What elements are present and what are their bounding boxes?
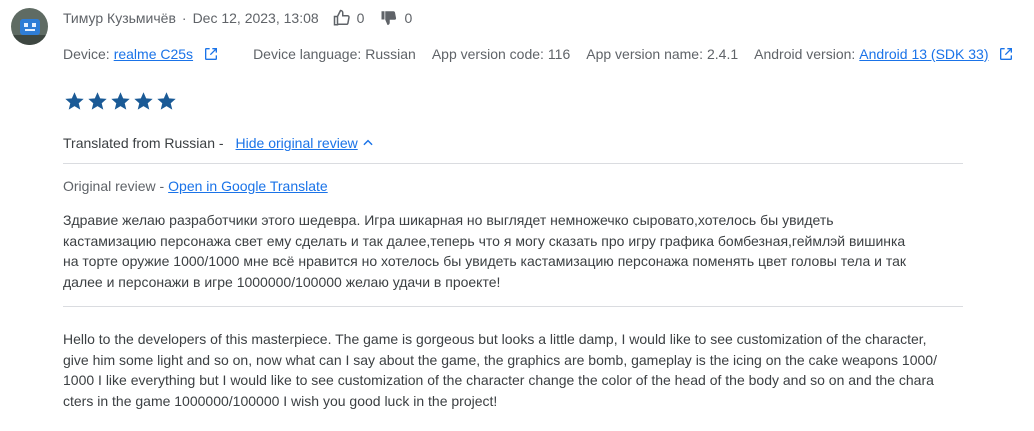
translated-text-line: 1000 I like everything but I would like … [63,372,934,388]
android-link[interactable]: Android 13 (SDK 33) [859,46,988,62]
author-name: Тимур Кузьмичёв [63,10,176,26]
open-in-new-icon[interactable] [998,46,1014,62]
review-date: Dec 12, 2023, 13:08 [192,10,319,26]
translated-from-label: Translated from Russian - [63,135,224,151]
divider [63,306,963,307]
app-code-label: App version code: [431,46,544,62]
language-item: Device language: Russian [253,46,416,62]
device-item: Device: realme C25s [63,46,219,62]
original-text-line: далее и персонажи в игре 1000000/100000 … [63,273,501,290]
original-text-line: Здравие желаю разработчики этого шедевра… [63,212,834,228]
open-in-new-icon[interactable] [203,46,219,62]
thumbs-down-count: 0 [404,10,413,26]
app-name-label: App version name: [586,46,703,62]
chevron-up-icon[interactable] [361,136,375,150]
translated-text-line: Hello to the developers of this masterpi… [63,331,927,347]
review-header: Тимур Кузьмичёв · Dec 12, 2023, 13:08 0 … [63,9,412,27]
star-icon [111,92,130,110]
translated-text-line: cters in the game 1000000/100000 I wish … [63,392,498,409]
avatar-face [20,19,40,35]
translation-info: Translated from Russian - Hide original … [63,135,375,151]
device-label: Device: [63,46,110,62]
thumbs-up-icon[interactable] [333,9,351,27]
app-name-item: App version name: 2.4.1 [586,46,738,62]
thumbs-up-count: 0 [356,10,365,26]
avatar [11,8,48,45]
star-icon [134,92,153,110]
original-review-header: Original review - Open in Google Transla… [63,178,328,194]
language-value: Russian [365,46,416,62]
original-text-line: кастамизацию персонажа свет ему сделать … [63,232,906,249]
original-review-text: Здравие желаю разработчики этого шедевра… [63,210,906,292]
hide-original-link[interactable]: Hide original review [236,135,358,151]
star-rating [63,90,178,112]
open-google-translate-link[interactable]: Open in Google Translate [168,178,328,194]
separator-dot: · [181,10,187,26]
android-item: Android version: Android 13 (SDK 33) [754,46,1014,62]
translated-review-text: Hello to the developers of this masterpi… [63,329,937,411]
app-code-item: App version code: 116 [432,46,570,62]
device-link[interactable]: realme C25s [114,46,193,62]
thumbs-down-icon[interactable] [380,9,398,27]
original-text-line: на торте оружие 1000/1000 мне всё нравит… [63,253,907,269]
star-icon [88,92,107,110]
star-icon [157,92,176,110]
android-label: Android version: [754,46,856,62]
translated-text-line: give him some light and so on, now what … [63,351,937,368]
app-name-value: 2.4.1 [706,46,739,62]
language-label: Device language: [253,46,362,62]
app-code-value: 116 [547,46,571,62]
original-review-label: Original review - [63,178,165,194]
device-info: Device: realme C25s Device language: Rus… [63,45,1030,63]
divider [63,163,963,164]
star-icon [65,92,84,110]
